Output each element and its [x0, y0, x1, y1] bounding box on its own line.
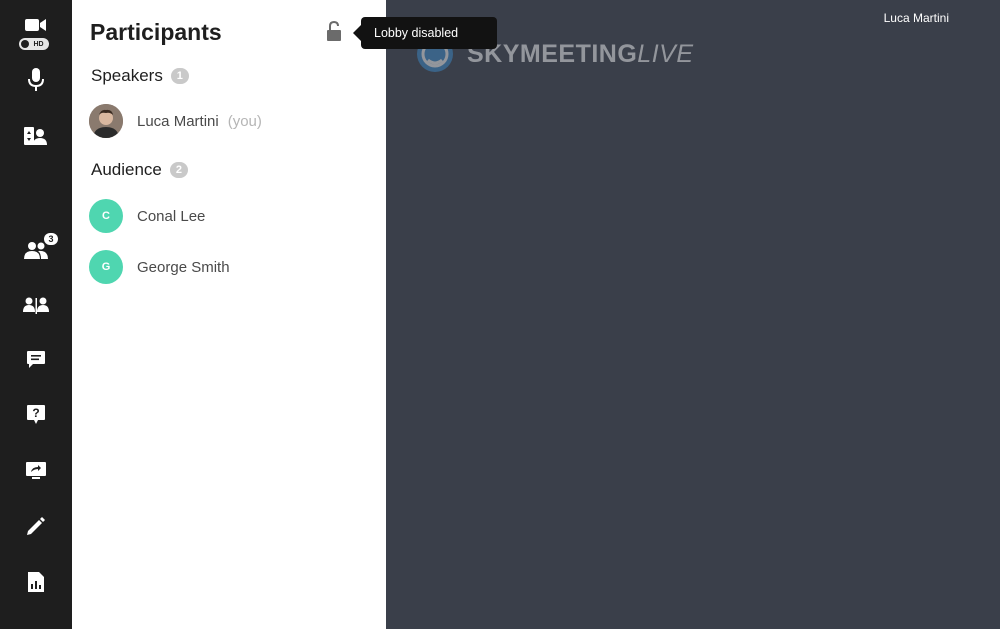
- question-icon: ?: [27, 405, 45, 424]
- speakers-section-header: Speakers 1: [91, 66, 189, 86]
- hd-label: HD: [33, 40, 44, 48]
- participants-count-badge: 3: [44, 233, 58, 245]
- switch-view-icon: [24, 127, 47, 145]
- audience-count-badge: 2: [169, 162, 188, 178]
- participant-row[interactable]: C Conal Lee: [89, 199, 205, 233]
- question-button[interactable]: ?: [0, 393, 72, 437]
- participant-row[interactable]: Luca Martini (you): [89, 104, 262, 138]
- whiteboard-icon: [27, 517, 45, 535]
- logo-text-light: LIVE: [637, 39, 694, 68]
- screen-share-icon: [26, 462, 46, 479]
- panel-title: Participants: [90, 19, 222, 45]
- participant-name: George Smith: [137, 258, 230, 276]
- microphone-icon: [28, 68, 44, 91]
- switch-view-button[interactable]: [0, 114, 72, 158]
- main-stage: Luca Martini SKYMEETINGLIVE: [386, 0, 1000, 629]
- participants-button[interactable]: [0, 228, 72, 272]
- hd-toggle[interactable]: HD: [19, 38, 49, 50]
- screen-share-button[interactable]: [0, 449, 72, 493]
- participant-name: Conal Lee: [137, 207, 206, 225]
- breakout-icon: [23, 297, 49, 314]
- speakers-count-badge: 1: [170, 68, 189, 84]
- chat-icon: [27, 351, 45, 368]
- lobby-tooltip: Lobby disabled: [353, 17, 497, 49]
- participant-name: Luca Martini: [137, 112, 219, 130]
- unlock-icon: [327, 20, 341, 41]
- poll-button[interactable]: [0, 560, 72, 604]
- audience-label: Audience: [91, 160, 162, 179]
- logo-text: SKYMEETINGLIVE: [467, 40, 694, 69]
- participants-icon: [24, 242, 48, 259]
- microphone-button[interactable]: [0, 58, 72, 102]
- left-toolbar: HD 3 ?: [0, 0, 72, 629]
- speakers-label: Speakers: [91, 66, 163, 85]
- breakout-button[interactable]: [0, 283, 72, 327]
- user-photo-icon: [89, 104, 123, 138]
- lobby-lock-button[interactable]: [324, 20, 344, 43]
- whiteboard-button[interactable]: [0, 504, 72, 548]
- camera-icon: [25, 19, 46, 31]
- participants-panel: Participants Speakers 1 Luca Martini (yo…: [72, 0, 386, 629]
- participant-row[interactable]: G George Smith: [89, 250, 230, 284]
- avatar: C: [89, 199, 123, 233]
- avatar: G: [89, 250, 123, 284]
- svg-text:?: ?: [32, 406, 39, 420]
- audience-section-header: Audience 2: [91, 160, 188, 180]
- avatar: [89, 104, 123, 138]
- you-suffix: (you): [227, 112, 262, 130]
- current-user-label: Luca Martini: [883, 11, 949, 25]
- chat-button[interactable]: [0, 338, 72, 382]
- poll-icon: [28, 572, 44, 592]
